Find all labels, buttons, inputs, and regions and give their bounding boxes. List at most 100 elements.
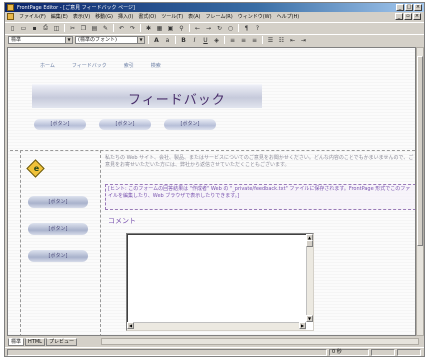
font-grow-icon[interactable]: A bbox=[152, 36, 161, 44]
comment-label: コメント bbox=[108, 217, 136, 225]
tab-preview[interactable]: プレビュー bbox=[45, 337, 77, 346]
decrease-indent-icon[interactable]: ⇤ bbox=[288, 36, 297, 44]
page-editor-canvas[interactable]: ホーム フィードバック 索引 検索 フィードバック [ボタン] [ボタン] [ボ… bbox=[7, 47, 416, 336]
maximize-icon[interactable]: □ bbox=[405, 4, 413, 11]
font-shrink-icon[interactable]: a bbox=[163, 36, 172, 44]
toolbar-separator bbox=[175, 36, 176, 44]
align-left-icon[interactable]: ≡ bbox=[228, 36, 237, 44]
editor-scroll-thumb[interactable] bbox=[417, 56, 423, 246]
bulleted-list-icon[interactable]: ☷ bbox=[277, 36, 286, 44]
numbered-list-icon[interactable]: ☰ bbox=[266, 36, 275, 44]
paste-icon[interactable]: ▤ bbox=[90, 24, 99, 32]
nav-link-search[interactable]: 検索 bbox=[151, 62, 161, 69]
window-title: FrontPage Editor - [ご意見 フィードバック ページ] bbox=[17, 5, 136, 11]
comment-textarea[interactable]: ▲ ▼ ◀ ▶ bbox=[126, 233, 314, 331]
italic-icon[interactable]: I bbox=[190, 36, 199, 44]
copy-icon[interactable]: ❐ bbox=[79, 24, 88, 32]
forward-icon[interactable]: → bbox=[204, 24, 213, 32]
menu-frame[interactable]: フレーム(R) bbox=[205, 13, 232, 20]
textarea-horizontal-scrollbar[interactable]: ◀ ▶ bbox=[127, 322, 306, 330]
toolbar-separator bbox=[262, 36, 263, 44]
scroll-right-icon[interactable]: ▶ bbox=[299, 322, 306, 329]
increase-indent-icon[interactable]: ⇥ bbox=[299, 36, 308, 44]
align-center-icon[interactable]: ≡ bbox=[239, 36, 248, 44]
minimize-icon[interactable]: _ bbox=[396, 4, 404, 11]
document-window-controls: _ ▫ × bbox=[395, 13, 421, 20]
menu-window[interactable]: ウィンドウ(W) bbox=[238, 13, 272, 20]
menu-format[interactable]: 書式(O) bbox=[138, 13, 156, 20]
side-nav-button[interactable]: [ボタン] bbox=[28, 250, 88, 262]
status-cell bbox=[371, 349, 395, 356]
document-icon[interactable] bbox=[7, 13, 14, 20]
frontpage-window: FrontPage Editor - [ご意見 フィードバック ページ] _ □… bbox=[4, 2, 425, 357]
top-nav-button[interactable]: [ボタン] bbox=[164, 119, 216, 130]
align-right-icon[interactable]: ≡ bbox=[250, 36, 259, 44]
intro-text: 私たちの Web サイト、会社、製品、またはサービスについてのご意見をお聞かせく… bbox=[105, 155, 414, 168]
style-dropdown[interactable]: 標準 ▼ bbox=[8, 36, 73, 44]
back-icon[interactable]: ← bbox=[193, 24, 202, 32]
components-icon[interactable]: ✱ bbox=[144, 24, 153, 32]
menu-edit[interactable]: 編集(E) bbox=[51, 13, 68, 20]
page-banner: フィードバック bbox=[32, 84, 262, 108]
doc-close-icon[interactable]: × bbox=[413, 13, 421, 20]
tab-normal[interactable]: 標準 bbox=[8, 337, 25, 346]
selected-paragraph[interactable]: [ヒント: このフォームの回答結果は "作成者" Web の "_private… bbox=[105, 184, 415, 210]
side-nav-button[interactable]: [ボタン] bbox=[28, 196, 88, 208]
textarea-vertical-scrollbar[interactable]: ▲ ▼ bbox=[306, 234, 313, 322]
cut-icon[interactable]: ✂ bbox=[68, 24, 77, 32]
top-nav-buttons: [ボタン] [ボタン] [ボタン] bbox=[34, 119, 216, 130]
chevron-down-icon[interactable]: ▼ bbox=[65, 37, 72, 43]
bold-icon[interactable]: B bbox=[179, 36, 188, 44]
font-dropdown[interactable]: (標準のフォント) ▼ bbox=[75, 36, 145, 44]
scroll-left-icon[interactable]: ◀ bbox=[127, 322, 134, 329]
insert-image-icon[interactable]: ▣ bbox=[166, 24, 175, 32]
nav-link-home[interactable]: ホーム bbox=[40, 62, 55, 69]
new-page-icon[interactable]: ▯ bbox=[8, 24, 17, 32]
toolbar-separator bbox=[189, 24, 190, 32]
close-icon[interactable]: × bbox=[414, 4, 422, 11]
doc-restore-icon[interactable]: ▫ bbox=[404, 13, 412, 20]
underline-icon[interactable]: U bbox=[201, 36, 210, 44]
print-icon[interactable]: ⎙ bbox=[41, 24, 50, 32]
top-nav-button[interactable]: [ボタン] bbox=[99, 119, 151, 130]
show-marks-icon[interactable]: ¶ bbox=[242, 24, 251, 32]
toolbar-separator bbox=[238, 24, 239, 32]
nav-link-index[interactable]: 索引 bbox=[124, 62, 134, 69]
scroll-thumb[interactable] bbox=[306, 240, 313, 247]
menu-table[interactable]: 表(A) bbox=[188, 13, 200, 20]
side-nav-button[interactable]: [ボタン] bbox=[28, 223, 88, 235]
top-nav-button[interactable]: [ボタン] bbox=[34, 119, 86, 130]
help-icon[interactable]: ? bbox=[253, 24, 262, 32]
refresh-icon[interactable]: ↻ bbox=[215, 24, 224, 32]
menu-tools[interactable]: ツール(T) bbox=[161, 13, 183, 20]
doc-minimize-icon[interactable]: _ bbox=[395, 13, 403, 20]
menu-help[interactable]: ヘルプ(H) bbox=[277, 13, 300, 20]
status-message bbox=[7, 349, 327, 356]
menu-file[interactable]: ファイル(F) bbox=[19, 13, 46, 20]
save-icon[interactable]: ▪ bbox=[30, 24, 39, 32]
toolbar-separator bbox=[64, 24, 65, 32]
menu-view[interactable]: 表示(V) bbox=[73, 13, 90, 20]
insert-link-icon[interactable]: ⚲ bbox=[177, 24, 186, 32]
tab-html[interactable]: HTML bbox=[25, 337, 45, 346]
insert-table-icon[interactable]: ▦ bbox=[155, 24, 164, 32]
title-bar: FrontPage Editor - [ご意見 フィードバック ページ] _ □… bbox=[5, 3, 424, 12]
redo-icon[interactable]: ↷ bbox=[128, 24, 137, 32]
undo-icon[interactable]: ↶ bbox=[117, 24, 126, 32]
open-icon[interactable]: ▭ bbox=[19, 24, 28, 32]
stop-icon[interactable]: ○ bbox=[226, 24, 235, 32]
left-frame-border bbox=[20, 150, 21, 335]
frontpage-app-icon[interactable] bbox=[7, 4, 14, 11]
nav-link-feedback[interactable]: フィードバック bbox=[72, 62, 107, 69]
menu-go[interactable]: 移動(G) bbox=[95, 13, 113, 20]
format-painter-icon[interactable]: ✎ bbox=[101, 24, 110, 32]
chevron-down-icon[interactable]: ▼ bbox=[137, 37, 144, 43]
preview-icon[interactable]: ◫ bbox=[52, 24, 61, 32]
editor-horizontal-scrollbar[interactable] bbox=[101, 338, 419, 345]
scroll-down-icon[interactable]: ▼ bbox=[306, 315, 313, 322]
toolbar-separator bbox=[140, 24, 141, 32]
text-color-icon[interactable]: ◈ bbox=[212, 36, 221, 44]
menu-insert[interactable]: 挿入(I) bbox=[118, 13, 133, 20]
shared-border-top bbox=[10, 150, 415, 151]
editor-vertical-scrollbar[interactable] bbox=[416, 47, 424, 336]
